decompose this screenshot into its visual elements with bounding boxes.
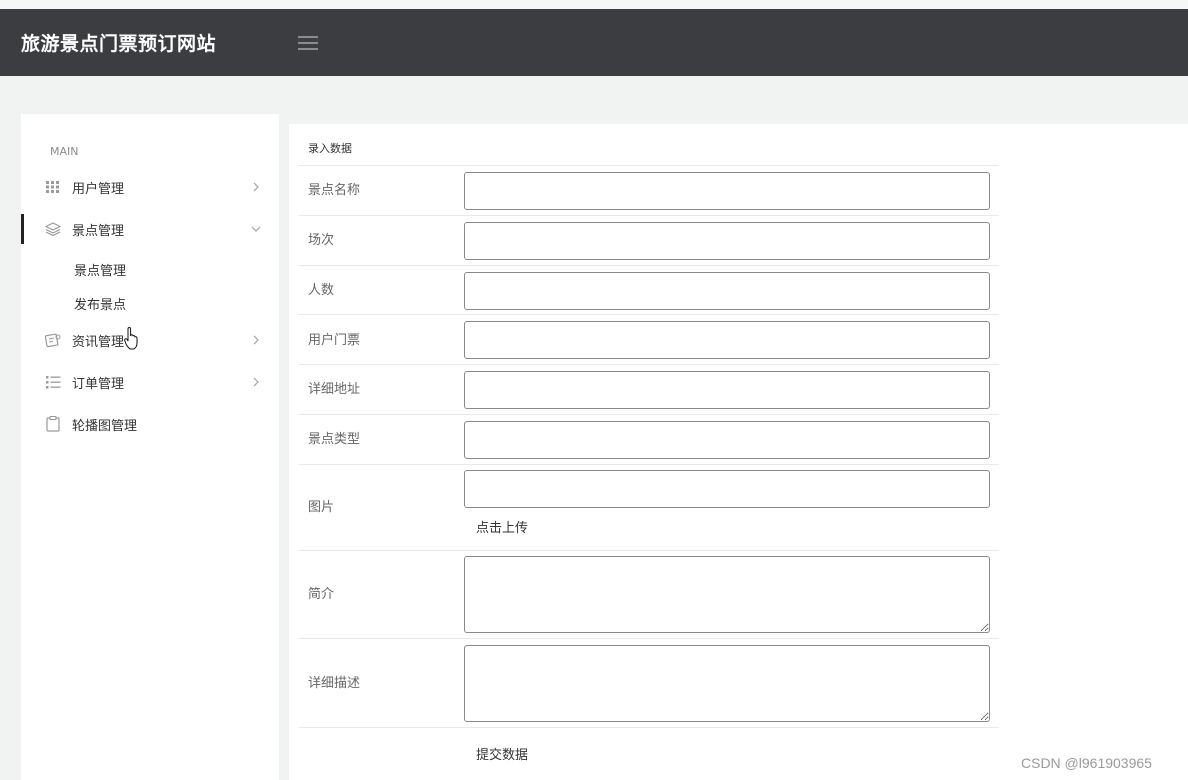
divider [299,215,999,216]
attraction-type-input[interactable] [464,421,990,459]
clipboard-icon [45,416,61,432]
sidebar-item-label: 资讯管理 [72,334,125,350]
field-label-name: 景点名称 [308,183,361,198]
field-label-image: 图片 [308,500,335,515]
watermark: CSDN @l961903965 [1021,755,1152,771]
divider [299,414,999,415]
session-input[interactable] [464,222,990,260]
hamburger-menu-icon[interactable] [298,36,318,50]
upload-button[interactable]: 点击上传 [476,517,528,536]
divider [299,364,999,365]
sidebar-item-attractions[interactable]: 景点管理 [21,212,279,246]
news-icon [45,332,61,348]
list-icon [45,374,61,390]
form-panel: 录入数据 景点名称 场次 人数 用户门票 详细地址 景点类型 图片 点击上传 简… [289,124,1188,780]
layers-icon [45,221,61,237]
address-input[interactable] [464,371,990,409]
sidebar-item-news[interactable]: 资讯管理 [21,323,279,357]
field-label-intro: 简介 [308,587,335,602]
sidebar-item-carousel[interactable]: 轮播图管理 [21,407,279,441]
sidebar-section-label: MAIN [50,145,79,158]
site-title: 旅游景点门票预订网站 [21,33,217,55]
hand-cursor-icon [124,326,140,351]
chevron-right-icon [249,179,263,195]
sidebar-item-label: 订单管理 [72,376,125,392]
attraction-name-input[interactable] [464,172,990,210]
sidebar-item-label: 轮播图管理 [72,418,138,434]
submit-button[interactable]: 提交数据 [476,744,528,763]
chevron-down-icon [249,221,263,237]
divider [299,638,999,639]
field-label-address: 详细地址 [308,382,361,397]
top-strip [0,0,1188,9]
divider [299,265,999,266]
image-input[interactable] [464,470,990,508]
field-label-ticket: 用户门票 [308,333,361,348]
form-heading: 录入数据 [308,142,352,155]
divider [299,550,999,551]
field-label-description: 详细描述 [308,676,361,691]
sidebar-item-label: 用户管理 [72,181,125,197]
field-label-type: 景点类型 [308,432,361,447]
sidebar-item-orders[interactable]: 订单管理 [21,365,279,399]
grid-icon [45,179,61,195]
sidebar-item-label: 景点管理 [72,223,125,239]
divider [299,165,999,166]
divider [299,314,999,315]
people-count-input[interactable] [464,272,990,310]
description-textarea[interactable] [464,645,990,722]
user-ticket-input[interactable] [464,321,990,359]
intro-textarea[interactable] [464,556,990,633]
divider [299,464,999,465]
sidebar-subitem-publish-attraction[interactable]: 发布景点 [74,294,126,313]
sidebar-subitem-attraction-manage[interactable]: 景点管理 [74,260,126,279]
chevron-right-icon [249,332,263,348]
chevron-right-icon [249,374,263,390]
sidebar: MAIN 用户管理 景点管理 景点管理 发布景点 资讯管理 订单管理 轮播图管理 [21,114,279,780]
sidebar-item-users[interactable]: 用户管理 [21,170,279,204]
divider [299,727,999,728]
field-label-session: 场次 [308,233,335,248]
app-header: 旅游景点门票预订网站 [0,9,1188,76]
field-label-count: 人数 [308,283,335,298]
